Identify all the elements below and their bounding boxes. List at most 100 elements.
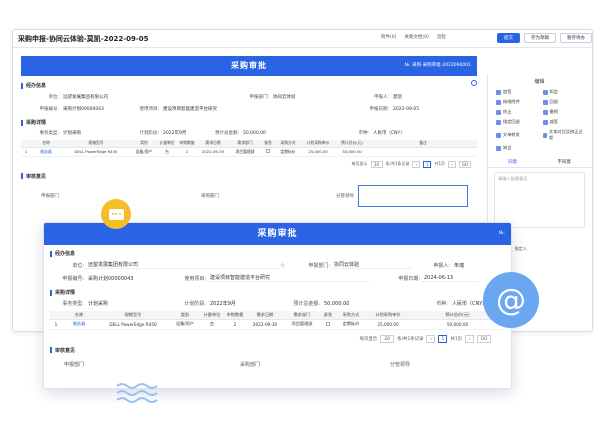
table-header-row: 名称 规格型号 类别 计量单位 申购数量 需求日期 需求部门 紧急 采购方式 计… <box>50 311 505 320</box>
code-value[interactable]: 采购计划00000043 <box>59 106 119 112</box>
tab-agree[interactable]: 同意 <box>508 159 517 165</box>
workflow-button[interactable]: 流程 <box>437 34 446 40</box>
current-page[interactable]: 1 <box>438 334 448 343</box>
submit-button[interactable]: 提交 <box>497 33 520 43</box>
star-icon[interactable]: ☆ <box>280 262 288 269</box>
person-value[interactable]: 朱瑞 <box>450 262 464 269</box>
opinion-row: 申报部门 采购部门 分管领导 <box>21 184 477 207</box>
action-icon <box>542 109 548 115</box>
side-action[interactable]: 加签 <box>496 89 537 95</box>
action-icon <box>496 119 501 125</box>
go-button[interactable]: GO <box>477 334 491 343</box>
prev-page-button[interactable]: ‹ <box>426 334 436 343</box>
date-value[interactable]: 2022-09-05 <box>389 107 419 112</box>
action-icon <box>542 99 548 105</box>
form-number: №: 采购-采购审批-2022090001 <box>404 63 471 68</box>
side-action[interactable]: 知会 <box>542 89 584 95</box>
section-detail: 采购详情 <box>21 119 477 126</box>
dept-value[interactable]: 协同云体验 <box>269 94 359 100</box>
action-icon <box>496 109 501 115</box>
project-value[interactable]: 建设项目智能建造平台研究 <box>206 274 370 282</box>
table-row[interactable]: 1 服务器 DELL PowerEdge R450 设备/资产 台 2 2022… <box>21 147 477 157</box>
currency-value[interactable]: 人民币（CNY） <box>369 130 405 136</box>
action-icon <box>542 119 548 125</box>
items-table: 名称 规格型号 类别 计量单位 申购数量 需求日期 需求部门 紧急 采购方式 计… <box>21 140 477 157</box>
side-action[interactable]: 指定回退 <box>496 119 537 125</box>
project-value[interactable]: 建设项目智能建造平台研究 <box>159 106 319 112</box>
info-row-1: 单位: 远望发展集团有限公司 申报部门: 协同云体验 申报人: 莫凯 <box>48 94 402 100</box>
urgent-checkbox[interactable] <box>266 149 270 153</box>
action-icon <box>542 132 548 138</box>
item-name-link[interactable]: 服务器 <box>62 319 96 330</box>
wave-decoration <box>116 383 158 403</box>
action-buttons: 提交 存为草稿 暂存待办 <box>497 33 592 43</box>
info-row-2: 申报编号: 采购计划00000043 使用项目: 建设项目智能建造平台研究 申报… <box>50 274 505 282</box>
side-heading: 编辑 <box>534 79 545 85</box>
type-value[interactable]: 计划采购 <box>59 130 119 136</box>
at-sign-icon: @ <box>483 272 539 328</box>
section-detail: 采购详情 <box>50 289 505 296</box>
current-page[interactable]: 1 <box>423 160 432 168</box>
leader-opinion-input[interactable] <box>358 184 468 207</box>
unit-value[interactable]: 远望发展集团有限公司 <box>84 261 280 269</box>
section-handling: 经办信息 <box>21 82 477 89</box>
pagination: 每页显示 20 条/共1条记录 ‹ 1 共1页 › GO <box>50 334 505 343</box>
action-icon <box>496 99 501 105</box>
attachment-button[interactable]: 附件(0) <box>381 34 396 40</box>
detail-row: 事务类型: 计划采购 计划阶段: 2022年9月 预计总金额: 50,000.0… <box>39 130 405 137</box>
save-draft-button[interactable]: 存为草稿 <box>524 33 556 43</box>
card-title: 采购审批 <box>257 229 298 239</box>
action-icon <box>496 89 501 95</box>
amount-value[interactable]: 50,000.00 <box>320 301 420 307</box>
foreground-form-card: 采购审批 №: 经办信息 单位: 远望发展集团有限公司 ☆ 申报部门: 协同云体… <box>43 222 512 389</box>
side-actions: 加签 知会 修改附件 回退 终止 撤销 指定回退 减签 文单转发 文本对比及修正… <box>488 89 591 151</box>
period-value[interactable]: 2022年9月 <box>159 130 199 136</box>
page-size-input[interactable]: 20 <box>370 160 383 168</box>
dept-value[interactable]: 协同云体验 <box>330 261 412 269</box>
date-value[interactable]: 2024-06-13 <box>420 275 478 282</box>
form-banner: 采购审批 №: 采购-采购审批-2022090001 <box>21 56 477 76</box>
amount-value[interactable]: 50,000.00 <box>239 131 339 136</box>
page-size-input[interactable]: 20 <box>380 334 395 343</box>
chat-bubble-icon <box>101 199 131 229</box>
items-table: 名称 规格型号 类别 计量单位 申购数量 需求日期 需求部门 紧急 采购方式 计… <box>50 311 505 330</box>
toolbar: 附件(0) 关联文档(0) 流程 <box>381 34 446 40</box>
tab-disagree[interactable]: 不同意 <box>557 159 571 165</box>
opinion-textarea[interactable]: 请输入处理意见 <box>494 172 585 228</box>
side-action[interactable]: 修改附件 <box>496 99 537 105</box>
section-opinion: 审核意见 <box>21 173 477 180</box>
currency-value[interactable]: 人民币（CNY） <box>448 300 487 307</box>
urgent-checkbox[interactable] <box>326 321 330 326</box>
card-number: №: <box>498 231 505 236</box>
side-action[interactable]: 减签 <box>542 119 584 125</box>
action-icon <box>542 89 548 95</box>
go-button[interactable]: GO <box>459 160 471 168</box>
hold-button[interactable]: 暂存待办 <box>560 33 592 43</box>
unit-value[interactable]: 远望发展集团有限公司 <box>59 94 229 100</box>
code-value[interactable]: 采购计划00000043 <box>84 275 170 282</box>
next-page-button[interactable]: › <box>465 334 474 343</box>
action-icon <box>496 145 501 151</box>
side-action[interactable]: 撤销 <box>542 109 584 115</box>
related-docs-button[interactable]: 关联文档(0) <box>404 34 428 40</box>
prev-page-button[interactable]: ‹ <box>412 160 421 168</box>
side-action[interactable]: 文单转发 <box>496 129 537 141</box>
type-value[interactable]: 计划采购 <box>84 300 170 307</box>
side-action[interactable]: 终止 <box>496 109 537 115</box>
person-value[interactable]: 莫凯 <box>389 94 402 100</box>
next-page-button[interactable]: › <box>448 160 456 168</box>
side-action[interactable]: 知会 <box>496 145 537 151</box>
form-title: 采购审批 <box>231 61 267 70</box>
side-action[interactable]: 回退 <box>542 99 584 105</box>
action-icon <box>496 132 501 138</box>
period-value[interactable]: 2022年9月 <box>206 300 280 307</box>
table-row[interactable]: 1 服务器 DELL PowerEdge R450 设备/资产 台 2 2022… <box>50 319 505 330</box>
opinion-row: 申报部门 采购部门 分管领导 <box>63 361 410 368</box>
window-titlebar: 采购申报-协同云体验-莫凯-2022-09-05 附件(0) 关联文档(0) 流… <box>13 30 592 48</box>
detail-row: 事务类型: 计划采购 计划阶段: 2022年9月 预计总金额: 50,000.0… <box>62 300 488 308</box>
opinion-tabs: 同意 不同意 <box>488 159 591 168</box>
side-action[interactable]: 文本对比及修正过程 <box>542 129 584 141</box>
info-row-2: 申报编号: 采购计划00000043 使用项目: 建设项目智能建造平台研究 申报… <box>39 106 420 113</box>
option-specify[interactable]: 指定人 <box>514 246 527 252</box>
table-header-row: 名称 规格型号 类别 计量单位 申购数量 需求日期 需求部门 紧急 采购方式 计… <box>21 140 477 148</box>
